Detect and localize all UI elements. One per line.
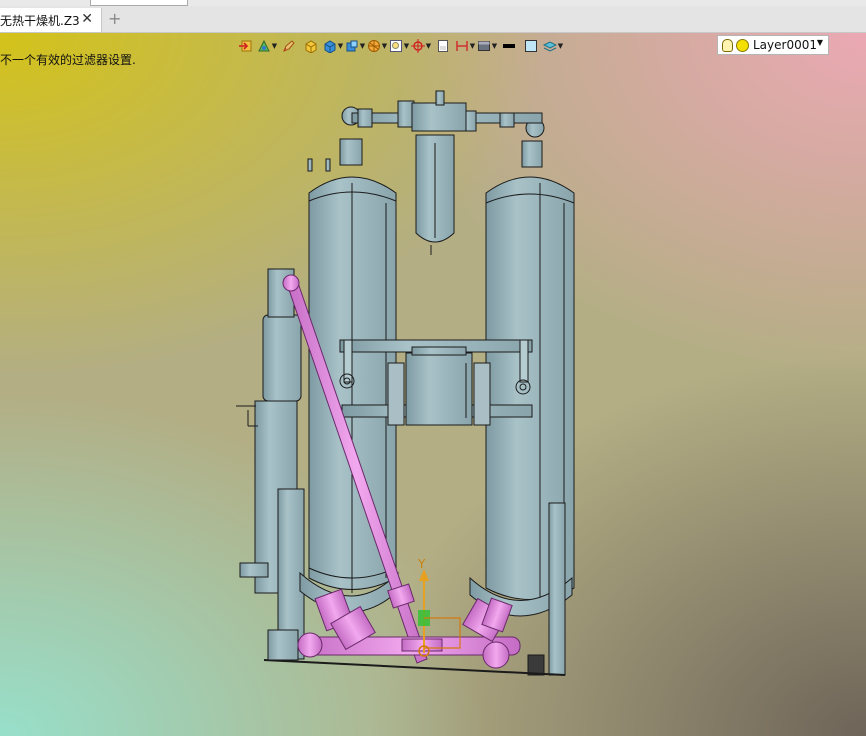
document-tab-bar: 无热干燥机.Z3 ✕ +	[0, 6, 866, 33]
side-filter	[236, 268, 305, 660]
new-tab-icon[interactable]: +	[108, 11, 121, 27]
close-tab-icon[interactable]: ✕	[81, 11, 93, 27]
document-tab[interactable]: 无热干燥机.Z3 ✕	[0, 8, 102, 32]
3d-viewport[interactable]: 不一个有效的过滤器设置. ▼ ▼ ▼ ▼ ▼ ▼ ▼ ▼ ▼ Layer0001…	[0, 33, 866, 736]
document-tab-title: 无热干燥机.Z3	[0, 13, 80, 28]
axis-y-label: Y	[418, 557, 426, 571]
dryer-model[interactable]	[0, 33, 866, 736]
